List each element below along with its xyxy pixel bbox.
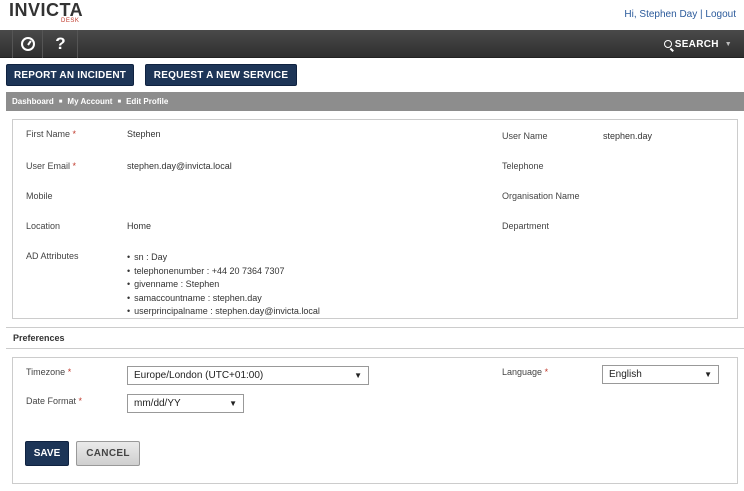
first-name-label-text: First Name (26, 129, 71, 139)
required-marker: * (78, 396, 83, 406)
list-item: telephonenumber : +44 20 7364 7307 (127, 265, 320, 279)
required-marker: * (67, 367, 72, 377)
timezone-select[interactable]: Europe/London (UTC+01:00) ▼ (127, 366, 369, 385)
organisation-name-label: Organisation Name (502, 191, 580, 201)
first-name-value: Stephen (127, 129, 161, 139)
save-button[interactable]: SAVE (25, 441, 69, 466)
invicta-logo[interactable]: INVICTA DESK (9, 0, 84, 24)
dashboard-nav-button[interactable] (12, 30, 43, 58)
dashboard-gauge-icon (20, 37, 35, 51)
logo-main-text: INVICTA (9, 0, 84, 20)
user-name-label: User Name (502, 131, 548, 141)
date-format-selected-value: mm/dd/YY (134, 398, 181, 409)
first-name-label: First Name * (26, 129, 76, 139)
language-label: Language * (502, 367, 548, 377)
timezone-label: Timezone * (26, 367, 71, 377)
location-value: Home (127, 221, 152, 231)
user-links: Hi, Stephen Day | Logout (624, 9, 736, 20)
chevron-down-icon: ▼ (724, 40, 732, 48)
language-select[interactable]: English ▼ (602, 365, 719, 384)
user-links-separator: | (700, 9, 703, 20)
timezone-selected-value: Europe/London (UTC+01:00) (134, 370, 264, 381)
breadcrumb-dashboard[interactable]: Dashboard (12, 97, 54, 106)
date-format-select[interactable]: mm/dd/YY ▼ (127, 394, 244, 413)
department-label: Department (502, 221, 550, 231)
top-header: INVICTA DESK Hi, Stephen Day | Logout (0, 0, 744, 28)
language-label-text: Language (502, 367, 543, 377)
list-item: userprincipalname : stephen.day@invicta.… (127, 305, 320, 319)
preferences-header: Preferences (6, 327, 744, 349)
search-label: SEARCH (674, 38, 719, 50)
timezone-label-text: Timezone (26, 367, 66, 377)
dropdown-arrow-icon: ▼ (229, 399, 237, 408)
list-item: sn : Day (127, 251, 320, 265)
user-email-label-text: User Email (26, 161, 71, 171)
dropdown-arrow-icon: ▼ (704, 370, 712, 379)
search-icon (663, 40, 672, 48)
user-greeting-link[interactable]: Hi, Stephen Day (624, 9, 697, 20)
ad-attributes-list: sn : Day telephonenumber : +44 20 7364 7… (127, 251, 320, 319)
breadcrumb-edit-profile: Edit Profile (126, 97, 169, 106)
telephone-label: Telephone (502, 161, 544, 171)
report-incident-button[interactable]: REPORT AN INCIDENT (6, 64, 134, 86)
logo-sub-text: DESK (61, 18, 80, 24)
location-label: Location (26, 221, 61, 231)
breadcrumb-separator: ■ (117, 98, 122, 105)
breadcrumb-my-account[interactable]: My Account (67, 97, 112, 106)
cancel-button[interactable]: CANCEL (76, 441, 140, 466)
preferences-panel: Timezone * Europe/London (UTC+01:00) ▼ D… (12, 357, 738, 484)
list-item: givenname : Stephen (127, 278, 320, 292)
required-marker: * (72, 129, 77, 139)
breadcrumb: Dashboard ■ My Account ■ Edit Profile (6, 92, 744, 111)
user-name-value: stephen.day (603, 131, 653, 141)
language-selected-value: English (609, 369, 642, 380)
breadcrumb-separator: ■ (58, 98, 63, 105)
required-marker: * (544, 367, 549, 377)
date-format-label-text: Date Format (26, 396, 77, 406)
request-service-button[interactable]: REQUEST A NEW SERVICE (145, 64, 297, 86)
user-email-value: stephen.day@invicta.local (127, 161, 232, 171)
help-nav-button[interactable]: ? (44, 30, 78, 58)
date-format-label: Date Format * (26, 396, 82, 406)
profile-panel: First Name * Stephen User Email * stephe… (12, 119, 738, 319)
main-navbar: ? SEARCH ▼ (0, 30, 744, 58)
search-button[interactable]: SEARCH ▼ (663, 30, 732, 58)
required-marker: * (72, 161, 77, 171)
mobile-label: Mobile (26, 191, 53, 201)
dropdown-arrow-icon: ▼ (354, 371, 362, 380)
user-email-label: User Email * (26, 161, 76, 171)
logout-link[interactable]: Logout (705, 9, 736, 20)
ad-attributes-label: AD Attributes (26, 251, 79, 261)
help-question-icon: ? (55, 34, 66, 53)
list-item: samaccountname : stephen.day (127, 292, 320, 306)
